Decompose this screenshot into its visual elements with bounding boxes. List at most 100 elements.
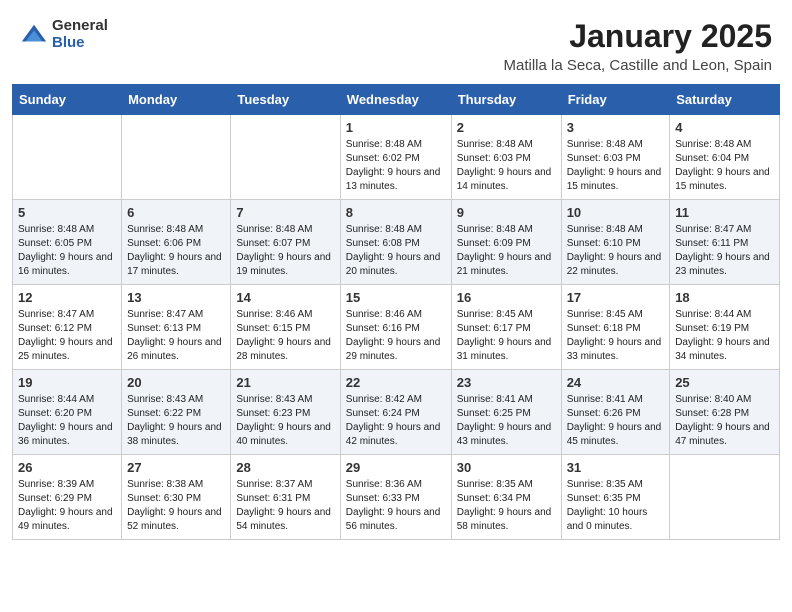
day-number: 5 (18, 205, 116, 220)
day-number: 24 (567, 375, 665, 390)
day-info: Sunrise: 8:41 AM Sunset: 6:25 PM Dayligh… (457, 393, 556, 449)
day-number: 23 (457, 375, 556, 390)
calendar-cell: 8 Sunrise: 8:48 AM Sunset: 6:08 PM Daylig… (340, 200, 451, 285)
day-info: Sunrise: 8:43 AM Sunset: 6:22 PM Dayligh… (127, 393, 225, 449)
calendar-cell: 27 Sunrise: 8:38 AM Sunset: 6:30 PM Dayli… (122, 455, 231, 540)
day-info: Sunrise: 8:48 AM Sunset: 6:06 PM Dayligh… (127, 223, 225, 279)
day-number: 25 (675, 375, 774, 390)
day-number: 21 (236, 375, 334, 390)
day-info: Sunrise: 8:47 AM Sunset: 6:12 PM Dayligh… (18, 308, 116, 364)
calendar-title: January 2025 (504, 18, 773, 55)
calendar-cell: 7 Sunrise: 8:48 AM Sunset: 6:07 PM Daylig… (231, 200, 340, 285)
day-info: Sunrise: 8:48 AM Sunset: 6:03 PM Dayligh… (567, 138, 665, 194)
day-info: Sunrise: 8:44 AM Sunset: 6:19 PM Dayligh… (675, 308, 774, 364)
calendar-table: Sunday Monday Tuesday Wednesday Thursday… (12, 84, 780, 540)
day-info: Sunrise: 8:46 AM Sunset: 6:16 PM Dayligh… (346, 308, 446, 364)
day-info: Sunrise: 8:45 AM Sunset: 6:18 PM Dayligh… (567, 308, 665, 364)
day-info: Sunrise: 8:48 AM Sunset: 6:08 PM Dayligh… (346, 223, 446, 279)
day-number: 13 (127, 290, 225, 305)
logo-blue-text: Blue (52, 35, 108, 52)
day-number: 16 (457, 290, 556, 305)
calendar-cell: 3 Sunrise: 8:48 AM Sunset: 6:03 PM Daylig… (561, 115, 670, 200)
day-number: 7 (236, 205, 334, 220)
day-info: Sunrise: 8:47 AM Sunset: 6:13 PM Dayligh… (127, 308, 225, 364)
col-tuesday: Tuesday (231, 85, 340, 115)
logo-general-text: General (52, 18, 108, 35)
calendar-body: 1 Sunrise: 8:48 AM Sunset: 6:02 PM Daylig… (13, 115, 780, 540)
logo-icon (20, 21, 48, 49)
day-number: 4 (675, 120, 774, 135)
calendar-cell: 9 Sunrise: 8:48 AM Sunset: 6:09 PM Daylig… (451, 200, 561, 285)
calendar-cell: 6 Sunrise: 8:48 AM Sunset: 6:06 PM Daylig… (122, 200, 231, 285)
calendar-cell: 20 Sunrise: 8:43 AM Sunset: 6:22 PM Dayli… (122, 370, 231, 455)
calendar-cell: 12Sunrise: 8:47 AM Sunset: 6:12 PM Dayli… (13, 285, 122, 370)
calendar-cell: 22 Sunrise: 8:42 AM Sunset: 6:24 PM Dayli… (340, 370, 451, 455)
col-monday: Monday (122, 85, 231, 115)
calendar-cell: 31 Sunrise: 8:35 AM Sunset: 6:35 PM Dayli… (561, 455, 670, 540)
day-number: 6 (127, 205, 225, 220)
calendar-cell: 5 Sunrise: 8:48 AM Sunset: 6:05 PM Daylig… (13, 200, 122, 285)
calendar-cell: 18 Sunrise: 8:44 AM Sunset: 6:19 PM Dayli… (670, 285, 780, 370)
calendar-cell: 16 Sunrise: 8:45 AM Sunset: 6:17 PM Dayli… (451, 285, 561, 370)
calendar-cell: 23 Sunrise: 8:41 AM Sunset: 6:25 PM Dayli… (451, 370, 561, 455)
col-saturday: Saturday (670, 85, 780, 115)
calendar-cell: 17 Sunrise: 8:45 AM Sunset: 6:18 PM Dayli… (561, 285, 670, 370)
day-info: Sunrise: 8:41 AM Sunset: 6:26 PM Dayligh… (567, 393, 665, 449)
day-info: Sunrise: 8:36 AM Sunset: 6:33 PM Dayligh… (346, 478, 446, 534)
day-number: 30 (457, 460, 556, 475)
day-info: Sunrise: 8:42 AM Sunset: 6:24 PM Dayligh… (346, 393, 446, 449)
calendar-cell: 25 Sunrise: 8:40 AM Sunset: 6:28 PM Dayli… (670, 370, 780, 455)
col-sunday: Sunday (13, 85, 122, 115)
day-info: Sunrise: 8:48 AM Sunset: 6:02 PM Dayligh… (346, 138, 446, 194)
calendar-cell: 15 Sunrise: 8:46 AM Sunset: 6:16 PM Dayli… (340, 285, 451, 370)
day-number: 8 (346, 205, 446, 220)
day-number: 29 (346, 460, 446, 475)
calendar-cell: 30 Sunrise: 8:35 AM Sunset: 6:34 PM Dayli… (451, 455, 561, 540)
calendar-cell (122, 115, 231, 200)
day-number: 22 (346, 375, 446, 390)
day-info: Sunrise: 8:38 AM Sunset: 6:30 PM Dayligh… (127, 478, 225, 534)
day-number: 26 (18, 460, 116, 475)
title-block: January 2025 Matilla la Seca, Castille a… (504, 18, 773, 74)
day-info: Sunrise: 8:48 AM Sunset: 6:03 PM Dayligh… (457, 138, 556, 194)
calendar-subtitle: Matilla la Seca, Castille and Leon, Spai… (504, 57, 773, 74)
calendar-cell: 19 Sunrise: 8:44 AM Sunset: 6:20 PM Dayli… (13, 370, 122, 455)
day-number: 1 (346, 120, 446, 135)
day-info: Sunrise: 8:35 AM Sunset: 6:35 PM Dayligh… (567, 478, 665, 534)
day-info: Sunrise: 8:37 AM Sunset: 6:31 PM Dayligh… (236, 478, 334, 534)
day-info: Sunrise: 8:47 AM Sunset: 6:11 PM Dayligh… (675, 223, 774, 279)
calendar-cell: 21 Sunrise: 8:43 AM Sunset: 6:23 PM Dayli… (231, 370, 340, 455)
day-info: Sunrise: 8:43 AM Sunset: 6:23 PM Dayligh… (236, 393, 334, 449)
calendar-cell: 26 Sunrise: 8:39 AM Sunset: 6:29 PM Dayli… (13, 455, 122, 540)
day-number: 3 (567, 120, 665, 135)
day-info: Sunrise: 8:44 AM Sunset: 6:20 PM Dayligh… (18, 393, 116, 449)
day-info: Sunrise: 8:48 AM Sunset: 6:05 PM Dayligh… (18, 223, 116, 279)
day-info: Sunrise: 8:35 AM Sunset: 6:34 PM Dayligh… (457, 478, 556, 534)
calendar-cell (231, 115, 340, 200)
calendar-cell: 13 Sunrise: 8:47 AM Sunset: 6:13 PM Dayli… (122, 285, 231, 370)
calendar-wrapper: Sunday Monday Tuesday Wednesday Thursday… (0, 84, 792, 552)
day-number: 31 (567, 460, 665, 475)
col-friday: Friday (561, 85, 670, 115)
day-number: 28 (236, 460, 334, 475)
day-number: 9 (457, 205, 556, 220)
day-info: Sunrise: 8:40 AM Sunset: 6:28 PM Dayligh… (675, 393, 774, 449)
calendar-cell: 14Sunrise: 8:46 AM Sunset: 6:15 PM Dayli… (231, 285, 340, 370)
calendar-cell: 4 Sunrise: 8:48 AM Sunset: 6:04 PM Daylig… (670, 115, 780, 200)
day-number: 17 (567, 290, 665, 305)
day-info: Sunrise: 8:45 AM Sunset: 6:17 PM Dayligh… (457, 308, 556, 364)
calendar-cell: 29 Sunrise: 8:36 AM Sunset: 6:33 PM Dayli… (340, 455, 451, 540)
day-number: 18 (675, 290, 774, 305)
day-info: Sunrise: 8:48 AM Sunset: 6:10 PM Dayligh… (567, 223, 665, 279)
day-number: 20 (127, 375, 225, 390)
day-number: 15 (346, 290, 446, 305)
day-info: Sunrise: 8:48 AM Sunset: 6:09 PM Dayligh… (457, 223, 556, 279)
day-info: Sunrise: 8:39 AM Sunset: 6:29 PM Dayligh… (18, 478, 116, 534)
calendar-cell (13, 115, 122, 200)
calendar-cell: 28 Sunrise: 8:37 AM Sunset: 6:31 PM Dayli… (231, 455, 340, 540)
calendar-cell: 11Sunrise: 8:47 AM Sunset: 6:11 PM Dayli… (670, 200, 780, 285)
day-info: Sunrise: 8:48 AM Sunset: 6:04 PM Dayligh… (675, 138, 774, 194)
day-info: Sunrise: 8:48 AM Sunset: 6:07 PM Dayligh… (236, 223, 334, 279)
day-number: 19 (18, 375, 116, 390)
day-number: 27 (127, 460, 225, 475)
